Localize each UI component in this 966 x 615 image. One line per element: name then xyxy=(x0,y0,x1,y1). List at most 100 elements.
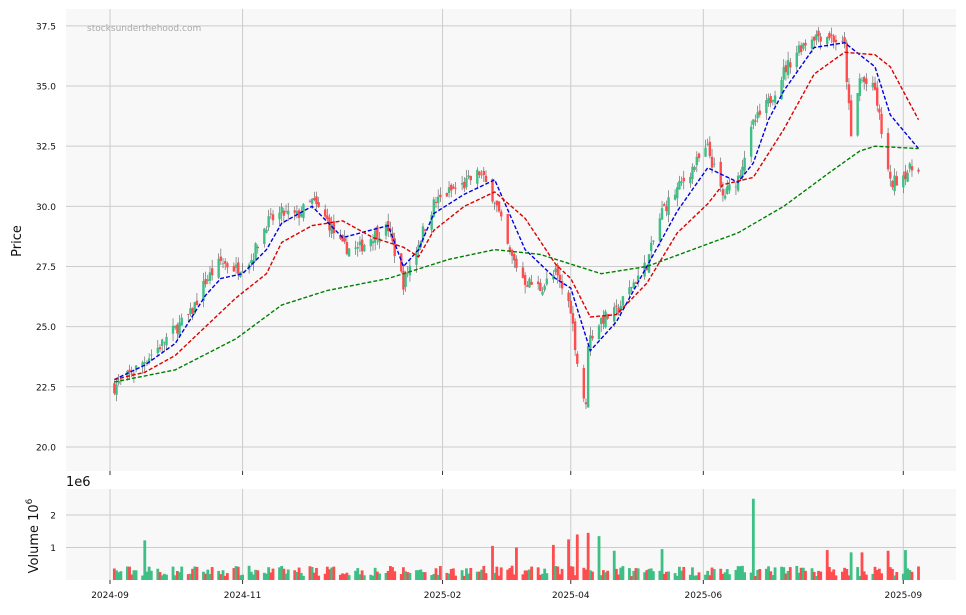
volume-bar xyxy=(621,566,625,580)
candle-body xyxy=(873,82,877,90)
volume-tick-label: 1 xyxy=(50,544,56,554)
candle-body xyxy=(523,274,527,286)
volume-bar xyxy=(454,575,457,580)
candle-body xyxy=(834,39,838,43)
candle-body xyxy=(895,176,898,186)
candle-body xyxy=(156,347,160,354)
volume-bar xyxy=(119,571,123,580)
price-tick-label: 30.0 xyxy=(36,203,56,213)
candle-body xyxy=(408,265,412,276)
volume-bar xyxy=(423,572,427,580)
candle-body xyxy=(250,260,253,264)
candle-body xyxy=(282,210,286,216)
price-tick-label: 25.0 xyxy=(36,323,56,333)
candle-body xyxy=(906,172,909,182)
candle-body xyxy=(856,93,859,136)
candle-body xyxy=(528,278,531,288)
candle-body xyxy=(310,198,314,204)
candle-body xyxy=(176,324,179,334)
candle-body xyxy=(708,141,712,157)
volume-bar xyxy=(743,572,747,580)
candle-body xyxy=(158,347,162,350)
volume-bar xyxy=(515,547,518,580)
candle-body xyxy=(663,204,666,206)
candle-body xyxy=(676,187,679,199)
candle-body xyxy=(728,184,731,191)
volume-bar xyxy=(712,568,716,580)
candle-body xyxy=(313,198,316,201)
candle-body xyxy=(267,216,270,228)
candle-body xyxy=(773,95,777,103)
volume-bar xyxy=(804,570,807,580)
chart-canvas: 20.022.525.027.530.032.535.037.5 12 2024… xyxy=(10,9,956,601)
candle-body xyxy=(904,171,907,180)
candle-body xyxy=(723,195,727,199)
volume-bar xyxy=(849,552,853,580)
candle-body xyxy=(497,201,501,212)
candle-body xyxy=(680,181,683,184)
candle-body xyxy=(510,250,514,256)
candle-body xyxy=(171,325,175,334)
candle-body xyxy=(876,87,879,106)
volume-bar xyxy=(438,566,442,580)
candle-body xyxy=(554,268,557,273)
price-axis-label: Price xyxy=(10,225,25,257)
candle-body xyxy=(491,179,494,202)
candle-body xyxy=(597,325,601,340)
candle-body xyxy=(784,65,788,73)
candle-body xyxy=(736,175,740,191)
candle-body xyxy=(782,67,785,80)
volume-bar xyxy=(606,570,610,580)
candle-body xyxy=(345,241,349,255)
candle-body xyxy=(628,287,631,295)
x-tick-label: 2025-04 xyxy=(552,591,590,601)
candle-body xyxy=(647,254,651,273)
volume-bar xyxy=(697,572,701,580)
candle-body xyxy=(754,120,757,122)
volume-bar xyxy=(484,573,488,580)
volume-bar xyxy=(773,567,777,580)
stock-chart: 20.0 22.5 25.0 27.5 30.0 32.5 35.0 37.5 12 2024… xyxy=(0,0,966,611)
candle-body xyxy=(371,241,375,244)
candle-body xyxy=(115,384,118,395)
volume-bar xyxy=(728,574,731,580)
candle-body xyxy=(765,100,768,114)
volume-bar xyxy=(241,574,244,580)
candle-body xyxy=(799,45,803,52)
candle-body xyxy=(697,153,701,159)
candle-body xyxy=(756,112,759,119)
candle-body xyxy=(269,213,273,215)
candle-body xyxy=(287,210,290,215)
candle-body xyxy=(119,378,123,380)
candle-body xyxy=(195,300,199,306)
candle-body xyxy=(128,369,131,373)
volume-bar xyxy=(362,575,366,580)
candle-body xyxy=(347,248,351,257)
volume-bar xyxy=(408,573,412,580)
volume-bar xyxy=(751,498,755,580)
candle-body xyxy=(584,402,588,405)
price-tick-label: 20.0 xyxy=(36,443,56,453)
candle-body xyxy=(667,197,670,215)
candle-body xyxy=(513,254,516,261)
candle-body xyxy=(604,311,607,328)
candle-body xyxy=(695,156,699,166)
candle-body xyxy=(726,186,729,194)
volume-bar xyxy=(788,567,792,580)
candle-body xyxy=(254,243,257,260)
volume-axis-label-exponent: 6 xyxy=(25,498,35,504)
candle-body xyxy=(174,325,177,328)
candle-body xyxy=(880,113,883,134)
candle-body xyxy=(743,157,746,171)
candle-body xyxy=(706,143,709,145)
volume-bar xyxy=(256,570,260,580)
volume-bar xyxy=(651,571,655,580)
candle-body xyxy=(165,336,168,346)
candle-body xyxy=(636,275,640,282)
volume-bar xyxy=(545,573,549,580)
candle-body xyxy=(271,214,275,221)
candle-body xyxy=(786,59,790,76)
candle-body xyxy=(280,207,283,214)
volume-bar xyxy=(758,569,762,580)
candle-body xyxy=(315,196,318,205)
